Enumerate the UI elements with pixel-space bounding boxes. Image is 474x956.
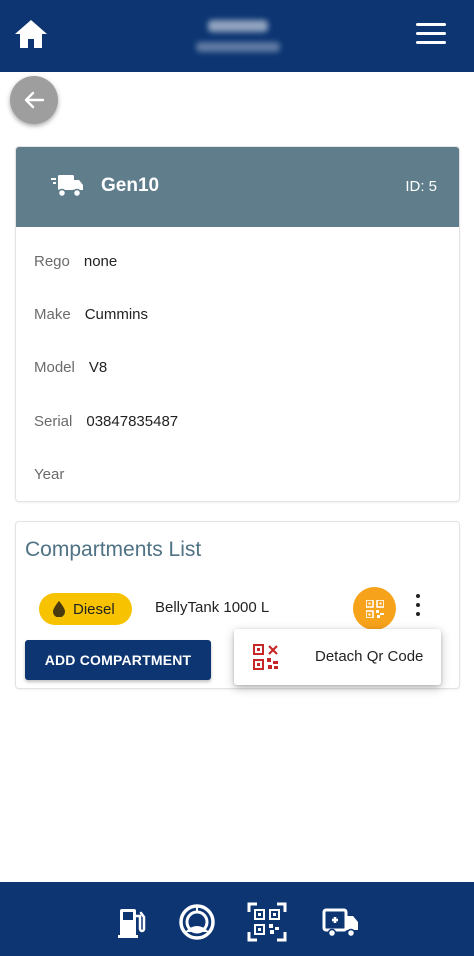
home-icon[interactable] [14,18,48,50]
field-label: Model [34,359,75,376]
bottom-nav [0,882,474,956]
asset-id: ID: 5 [405,178,437,195]
gauge-icon[interactable] [177,902,217,942]
truck-icon [50,172,84,200]
field-value: 03847835487 [86,413,179,430]
field-label: Year [34,466,65,483]
detach-qr-label: Detach Qr Code [315,648,424,665]
fuel-drop-icon [53,601,65,617]
detach-qr-menu-item[interactable]: Detach Qr Code [234,629,441,685]
field-year: Year [34,466,78,483]
fuel-type-label: Diesel [73,600,115,618]
fuel-pump-icon[interactable] [112,902,152,942]
back-button[interactable] [10,76,58,124]
blurred-title [190,8,286,64]
qr-code-button[interactable] [353,587,396,630]
qr-code-icon [365,599,384,618]
field-make: Make Cummins [34,306,148,323]
field-serial: Serial 03847835487 [34,413,178,430]
field-rego: Rego none [34,253,117,270]
asset-header: Gen10 ID: 5 [16,147,459,227]
more-options-icon[interactable] [412,594,424,620]
field-value: V8 [88,359,108,376]
add-compartment-button[interactable]: ADD COMPARTMENT [25,640,211,680]
qr-code-detach-icon [253,644,279,670]
asset-name: Gen10 [101,175,160,196]
field-value: Cummins [84,306,149,323]
compartments-title: Compartments List [25,538,202,561]
fuel-type-chip: Diesel [39,593,132,625]
field-label: Make [34,306,71,323]
hamburger-menu-icon[interactable] [416,23,446,47]
compartment-name: BellyTank 1000 L [155,599,270,616]
app-bar [0,0,474,72]
field-label: Rego [34,253,70,270]
asset-card: Gen10 ID: 5 Rego none Make Cummins Model V8… [15,146,460,502]
service-truck-icon[interactable] [321,902,361,942]
field-label: Serial [34,413,73,430]
qr-scan-icon[interactable] [247,902,287,942]
field-model: Model V8 [34,359,107,376]
field-value: none [83,253,118,270]
arrow-left-icon [24,91,45,109]
